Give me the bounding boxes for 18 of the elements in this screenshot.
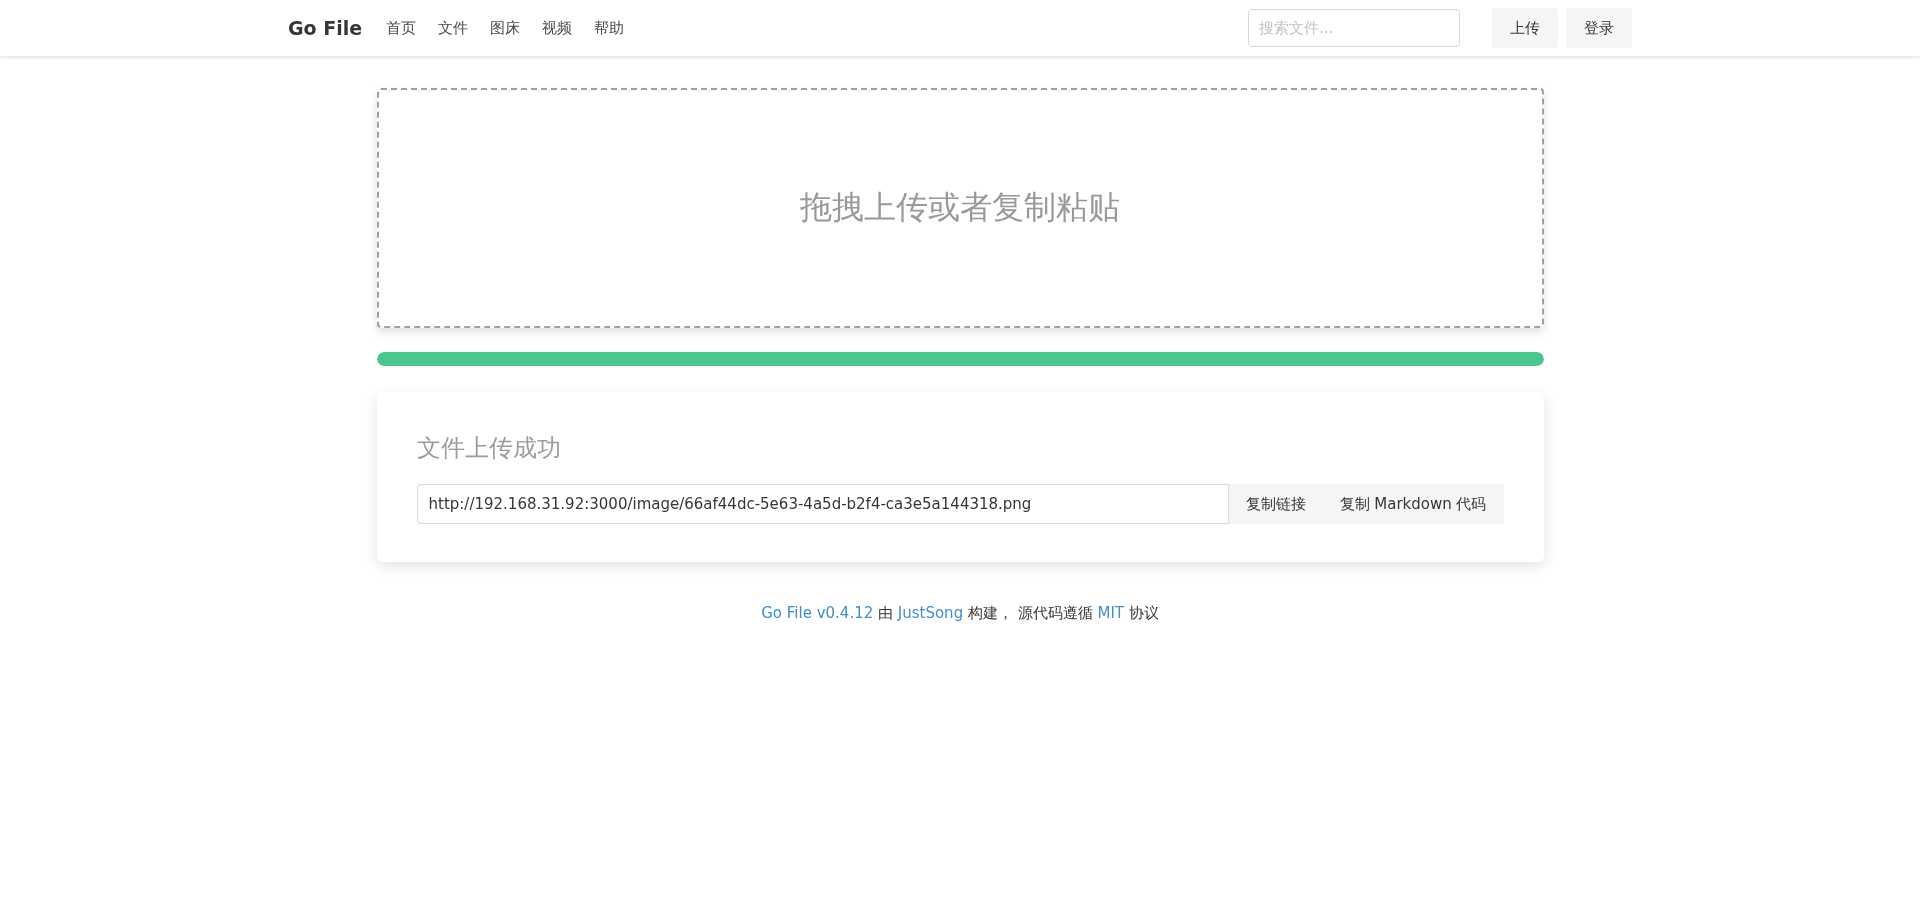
- nav-link[interactable]: 视频: [542, 18, 573, 38]
- copy-button[interactable]: 复制 Markdown 代码: [1322, 484, 1504, 524]
- copy-button[interactable]: 复制链接: [1228, 484, 1323, 524]
- footer-link[interactable]: JustSong: [897, 604, 964, 622]
- dropzone-label: 拖拽上传或者复制粘贴: [800, 187, 1120, 228]
- nav-link[interactable]: 图床: [490, 18, 521, 38]
- footer-link[interactable]: Go File v0.4.12: [761, 604, 874, 622]
- url-field[interactable]: http://192.168.31.92:3000/image/66af44dc-5e63-4a5d-b2f4-ca3e5a144318.png: [416, 484, 1229, 524]
- footer-link[interactable]: MIT: [1097, 604, 1124, 622]
- nav-button[interactable]: 登录: [1566, 8, 1632, 48]
- nav-link[interactable]: 帮助: [594, 18, 625, 38]
- footer-text: Go File v0.4.12 由 JustSong 构建， 源代码遵循 MIT 协议: [760, 604, 1160, 623]
- nav-link[interactable]: 首页: [386, 18, 417, 38]
- nav-link[interactable]: 文件: [438, 18, 469, 38]
- result-title: 文件上传成功: [416, 433, 562, 464]
- search-field[interactable]: 搜索文件...: [1248, 9, 1460, 47]
- brand-logo[interactable]: Go File: [288, 17, 363, 39]
- nav-button[interactable]: 上传: [1492, 8, 1558, 48]
